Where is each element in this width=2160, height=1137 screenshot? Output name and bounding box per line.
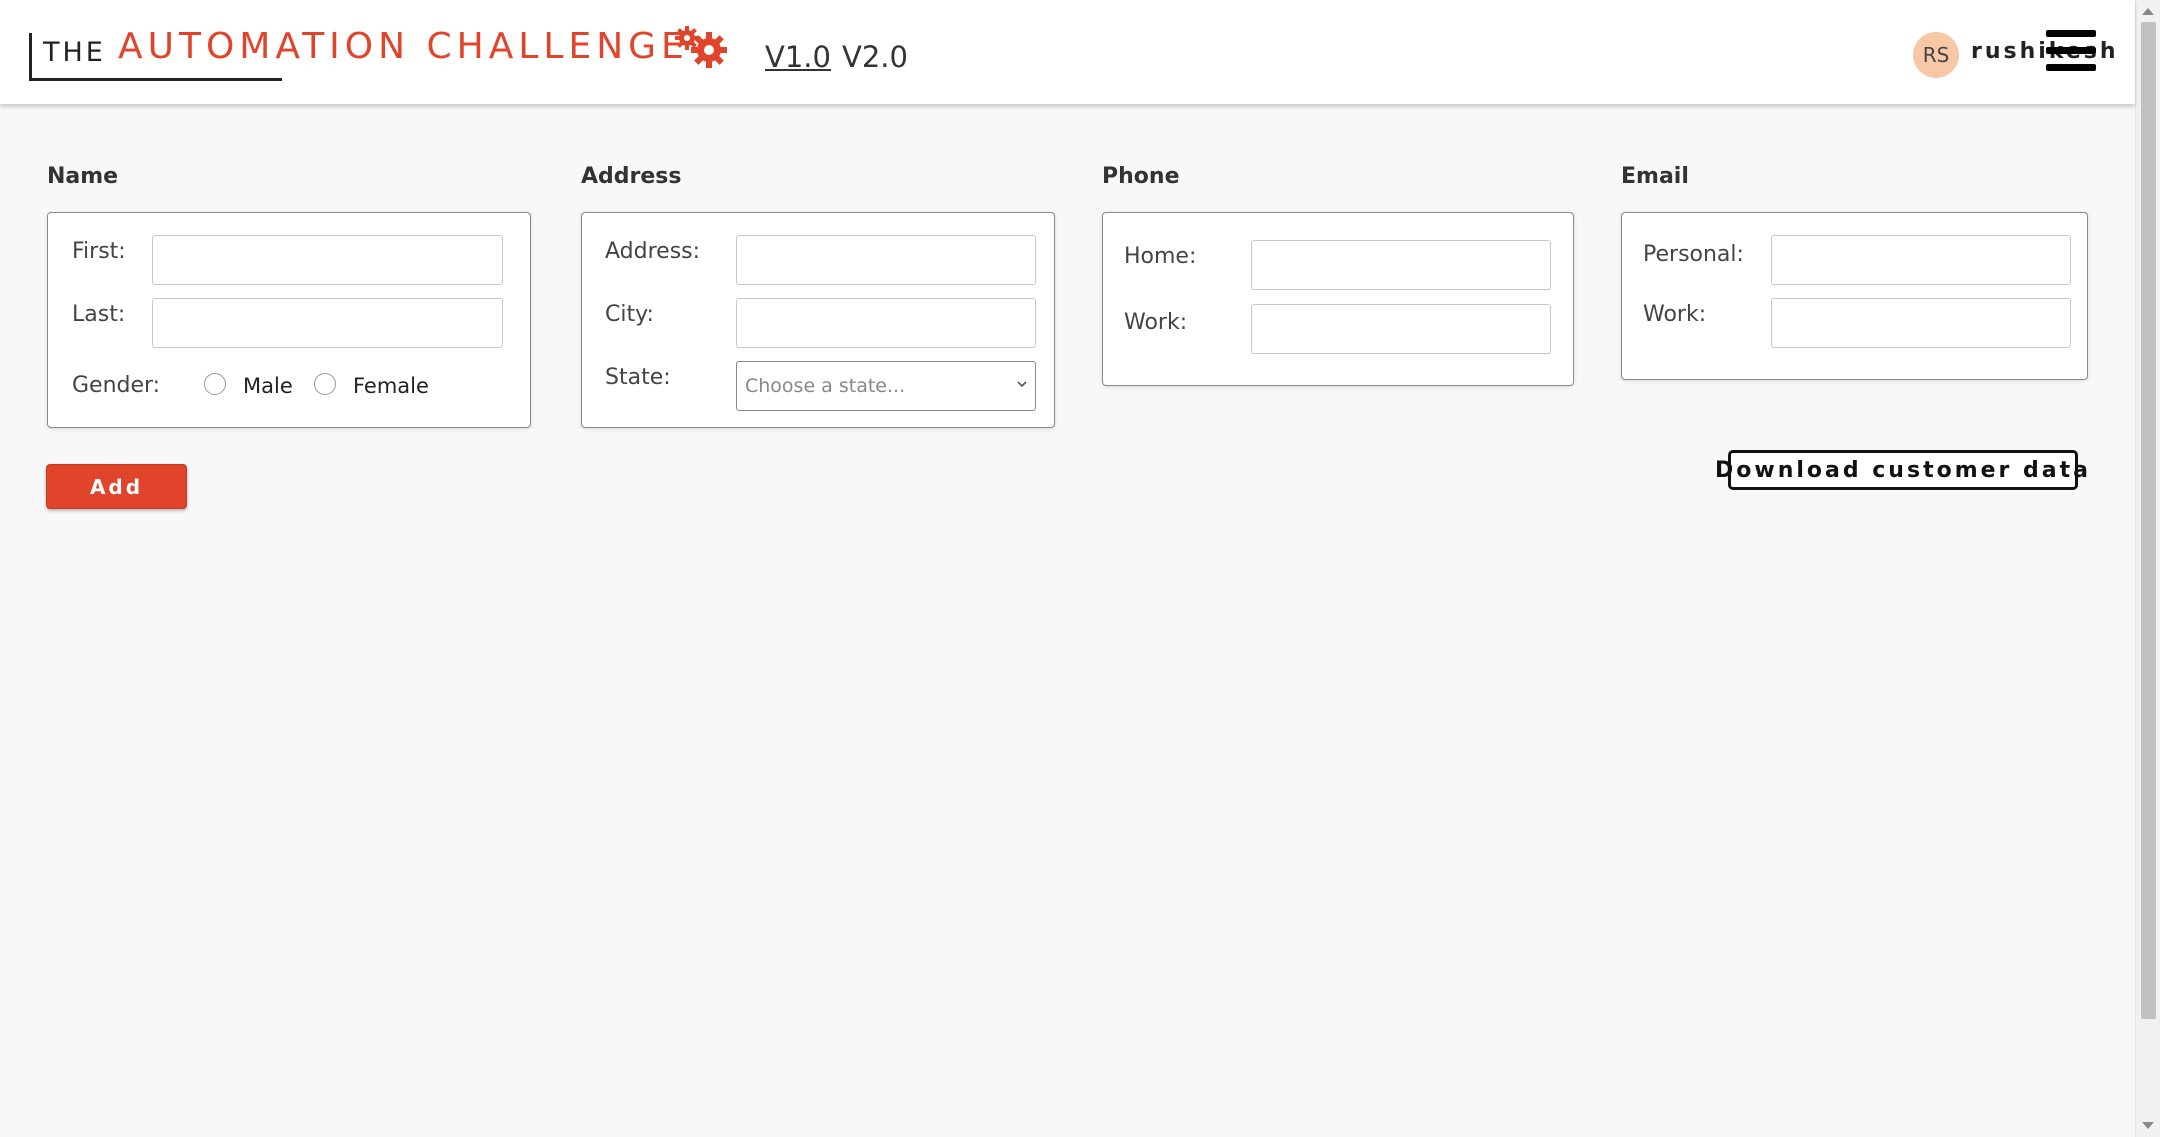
- city-label: City:: [605, 302, 654, 327]
- version-link-v2[interactable]: V2.0: [842, 40, 908, 74]
- scrollbar-thumb[interactable]: [2141, 22, 2156, 1019]
- work-email-label: Work:: [1643, 302, 1707, 327]
- username: rushikesh: [1971, 39, 2119, 64]
- work-phone-label: Work:: [1124, 310, 1188, 335]
- phone-fieldset: Home: Work:: [1102, 212, 1574, 386]
- state-select[interactable]: Choose a state...: [736, 361, 1036, 411]
- personal-email-input[interactable]: [1771, 235, 2071, 285]
- logo-title: AUTOMATION CHALLENGE: [118, 26, 689, 67]
- first-name-input[interactable]: [152, 235, 503, 285]
- top-navbar: THE AUTOMATION CHALLENGE V1.0 V2.0 RS ru…: [0, 0, 2135, 104]
- version-link-v1[interactable]: V1.0: [765, 40, 831, 74]
- email-fieldset: Personal: Work:: [1621, 212, 2088, 380]
- home-phone-input[interactable]: [1251, 240, 1551, 290]
- gender-label: Gender:: [72, 373, 161, 398]
- gender-female-radio[interactable]: [314, 373, 336, 395]
- address-section-title: Address: [581, 164, 682, 189]
- state-label: State:: [605, 365, 671, 390]
- work-email-input[interactable]: [1771, 298, 2071, 348]
- personal-email-label: Personal:: [1643, 242, 1744, 267]
- state-select-placeholder: Choose a state...: [745, 375, 906, 397]
- home-phone-label: Home:: [1124, 244, 1197, 269]
- gender-male-radio[interactable]: [204, 373, 226, 395]
- address-label: Address:: [605, 239, 701, 264]
- download-customer-data-button[interactable]: Download customer data: [1715, 450, 2088, 490]
- add-button[interactable]: Add: [46, 464, 187, 509]
- address-fieldset: Address: City: State: Choose a state...: [581, 212, 1055, 428]
- name-fieldset: First: Last: Gender: Male Female: [47, 212, 531, 428]
- gender-female-label: Female: [353, 374, 429, 398]
- work-phone-input[interactable]: [1251, 304, 1551, 354]
- avatar: RS: [1913, 32, 1959, 78]
- scroll-down-arrow-icon[interactable]: [2142, 1122, 2154, 1129]
- phone-section-title: Phone: [1102, 164, 1180, 189]
- city-input[interactable]: [736, 298, 1036, 348]
- address-input[interactable]: [736, 235, 1036, 285]
- logo-prefix: THE: [43, 37, 106, 68]
- last-name-label: Last:: [72, 302, 126, 327]
- last-name-input[interactable]: [152, 298, 503, 348]
- gears-icon: [675, 26, 727, 68]
- chevron-down-icon: [1017, 381, 1027, 388]
- page-scrollbar[interactable]: [2135, 0, 2160, 1137]
- first-name-label: First:: [72, 239, 126, 264]
- email-section-title: Email: [1621, 164, 1689, 189]
- scroll-up-arrow-icon[interactable]: [2142, 8, 2154, 15]
- name-section-title: Name: [47, 164, 119, 189]
- hamburger-menu-icon[interactable]: [2046, 30, 2096, 72]
- gender-male-label: Male: [243, 374, 293, 398]
